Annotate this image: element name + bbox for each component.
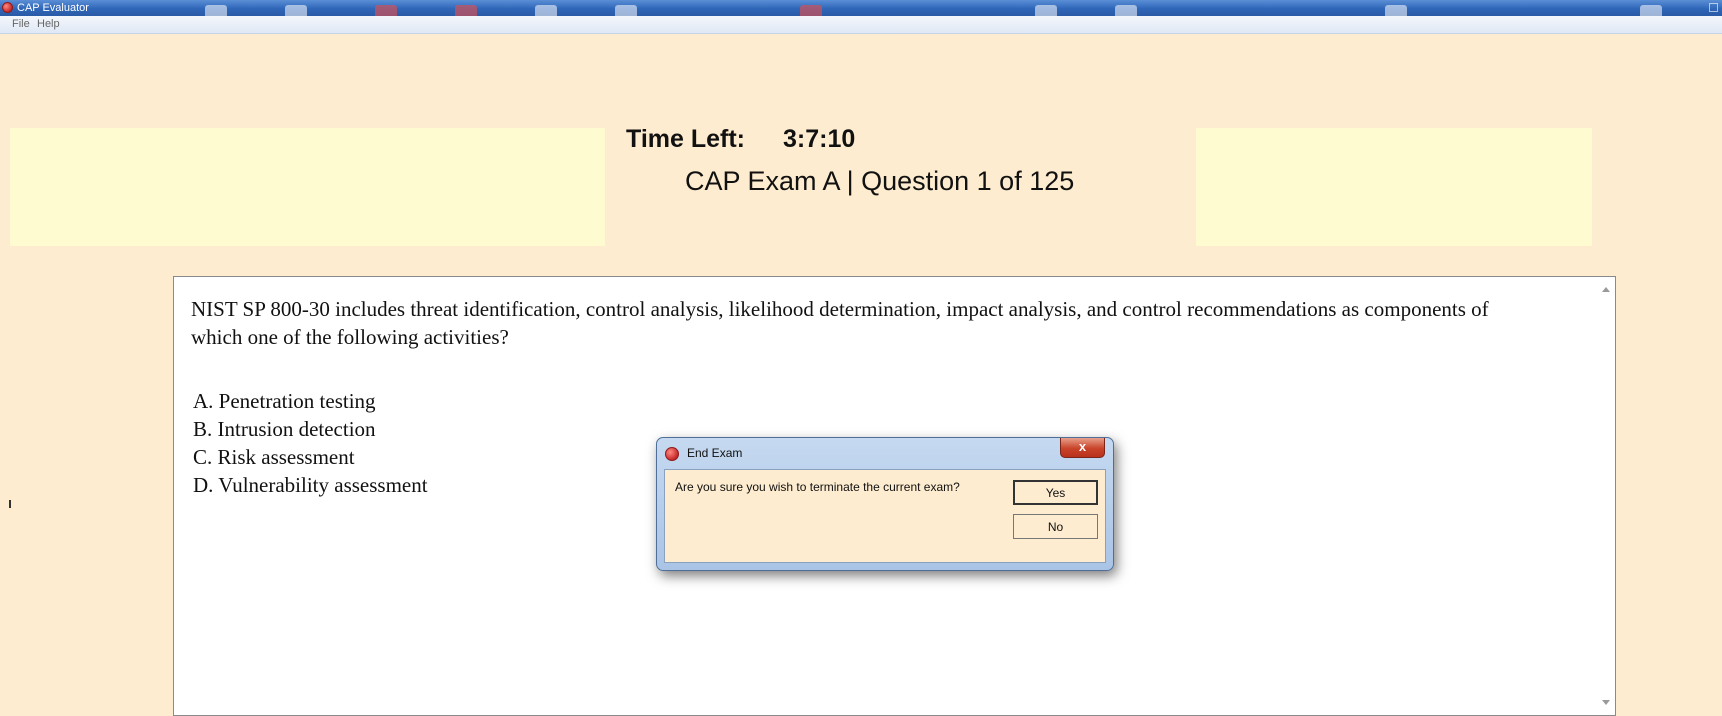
background-window-icon — [535, 5, 557, 16]
header-panel-right — [1196, 128, 1592, 246]
background-window-icon — [205, 5, 227, 16]
window-title: CAP Evaluator — [17, 2, 89, 14]
question-scrollbar[interactable] — [1598, 277, 1615, 715]
background-window-icon — [1035, 5, 1057, 16]
end-exam-dialog: End Exam x Are you sure you wish to term… — [656, 437, 1114, 571]
answer-option-d[interactable]: D. Vulnerability assessment — [193, 471, 428, 499]
close-button[interactable]: x — [1060, 438, 1105, 458]
no-button[interactable]: No — [1013, 514, 1098, 539]
exam-progress: CAP Exam A | Question 1 of 125 — [685, 166, 1075, 196]
background-window-icon — [800, 5, 822, 16]
background-window-icon — [285, 5, 307, 16]
answer-option-c[interactable]: C. Risk assessment — [193, 443, 428, 471]
app-logo-icon — [665, 447, 679, 461]
menu-file[interactable]: File — [12, 18, 30, 30]
answer-options: A. Penetration testing B. Intrusion dete… — [193, 387, 428, 499]
background-window-icon — [615, 5, 637, 16]
background-window-icon — [1115, 5, 1137, 16]
background-window-icon — [1640, 5, 1662, 16]
scroll-down-icon[interactable] — [1602, 700, 1610, 705]
answer-option-b[interactable]: B. Intrusion detection — [193, 415, 428, 443]
background-window-icon — [375, 5, 397, 16]
edge-marker — [9, 500, 11, 508]
dialog-message: Are you sure you wish to terminate the c… — [675, 480, 960, 494]
header-panel-left — [10, 128, 605, 246]
answer-option-a[interactable]: A. Penetration testing — [193, 387, 428, 415]
window-corner-icon[interactable] — [1709, 3, 1718, 12]
scroll-up-icon[interactable] — [1602, 287, 1610, 292]
time-left-label: Time Left: — [626, 125, 745, 153]
title-bar: CAP Evaluator — [0, 0, 1722, 16]
yes-button[interactable]: Yes — [1013, 480, 1098, 505]
menu-help[interactable]: Help — [37, 18, 60, 30]
time-left-value: 3:7:10 — [783, 125, 856, 153]
background-window-icon — [455, 5, 477, 16]
question-text: NIST SP 800-30 includes threat identific… — [191, 297, 1489, 349]
app-logo-icon — [2, 2, 13, 13]
dialog-body: Are you sure you wish to terminate the c… — [664, 469, 1106, 563]
background-window-icon — [1385, 5, 1407, 16]
menu-bar: File Help — [0, 16, 1722, 34]
time-left: Time Left: 3:7:10 — [626, 125, 855, 154]
dialog-title: End Exam — [687, 446, 743, 460]
